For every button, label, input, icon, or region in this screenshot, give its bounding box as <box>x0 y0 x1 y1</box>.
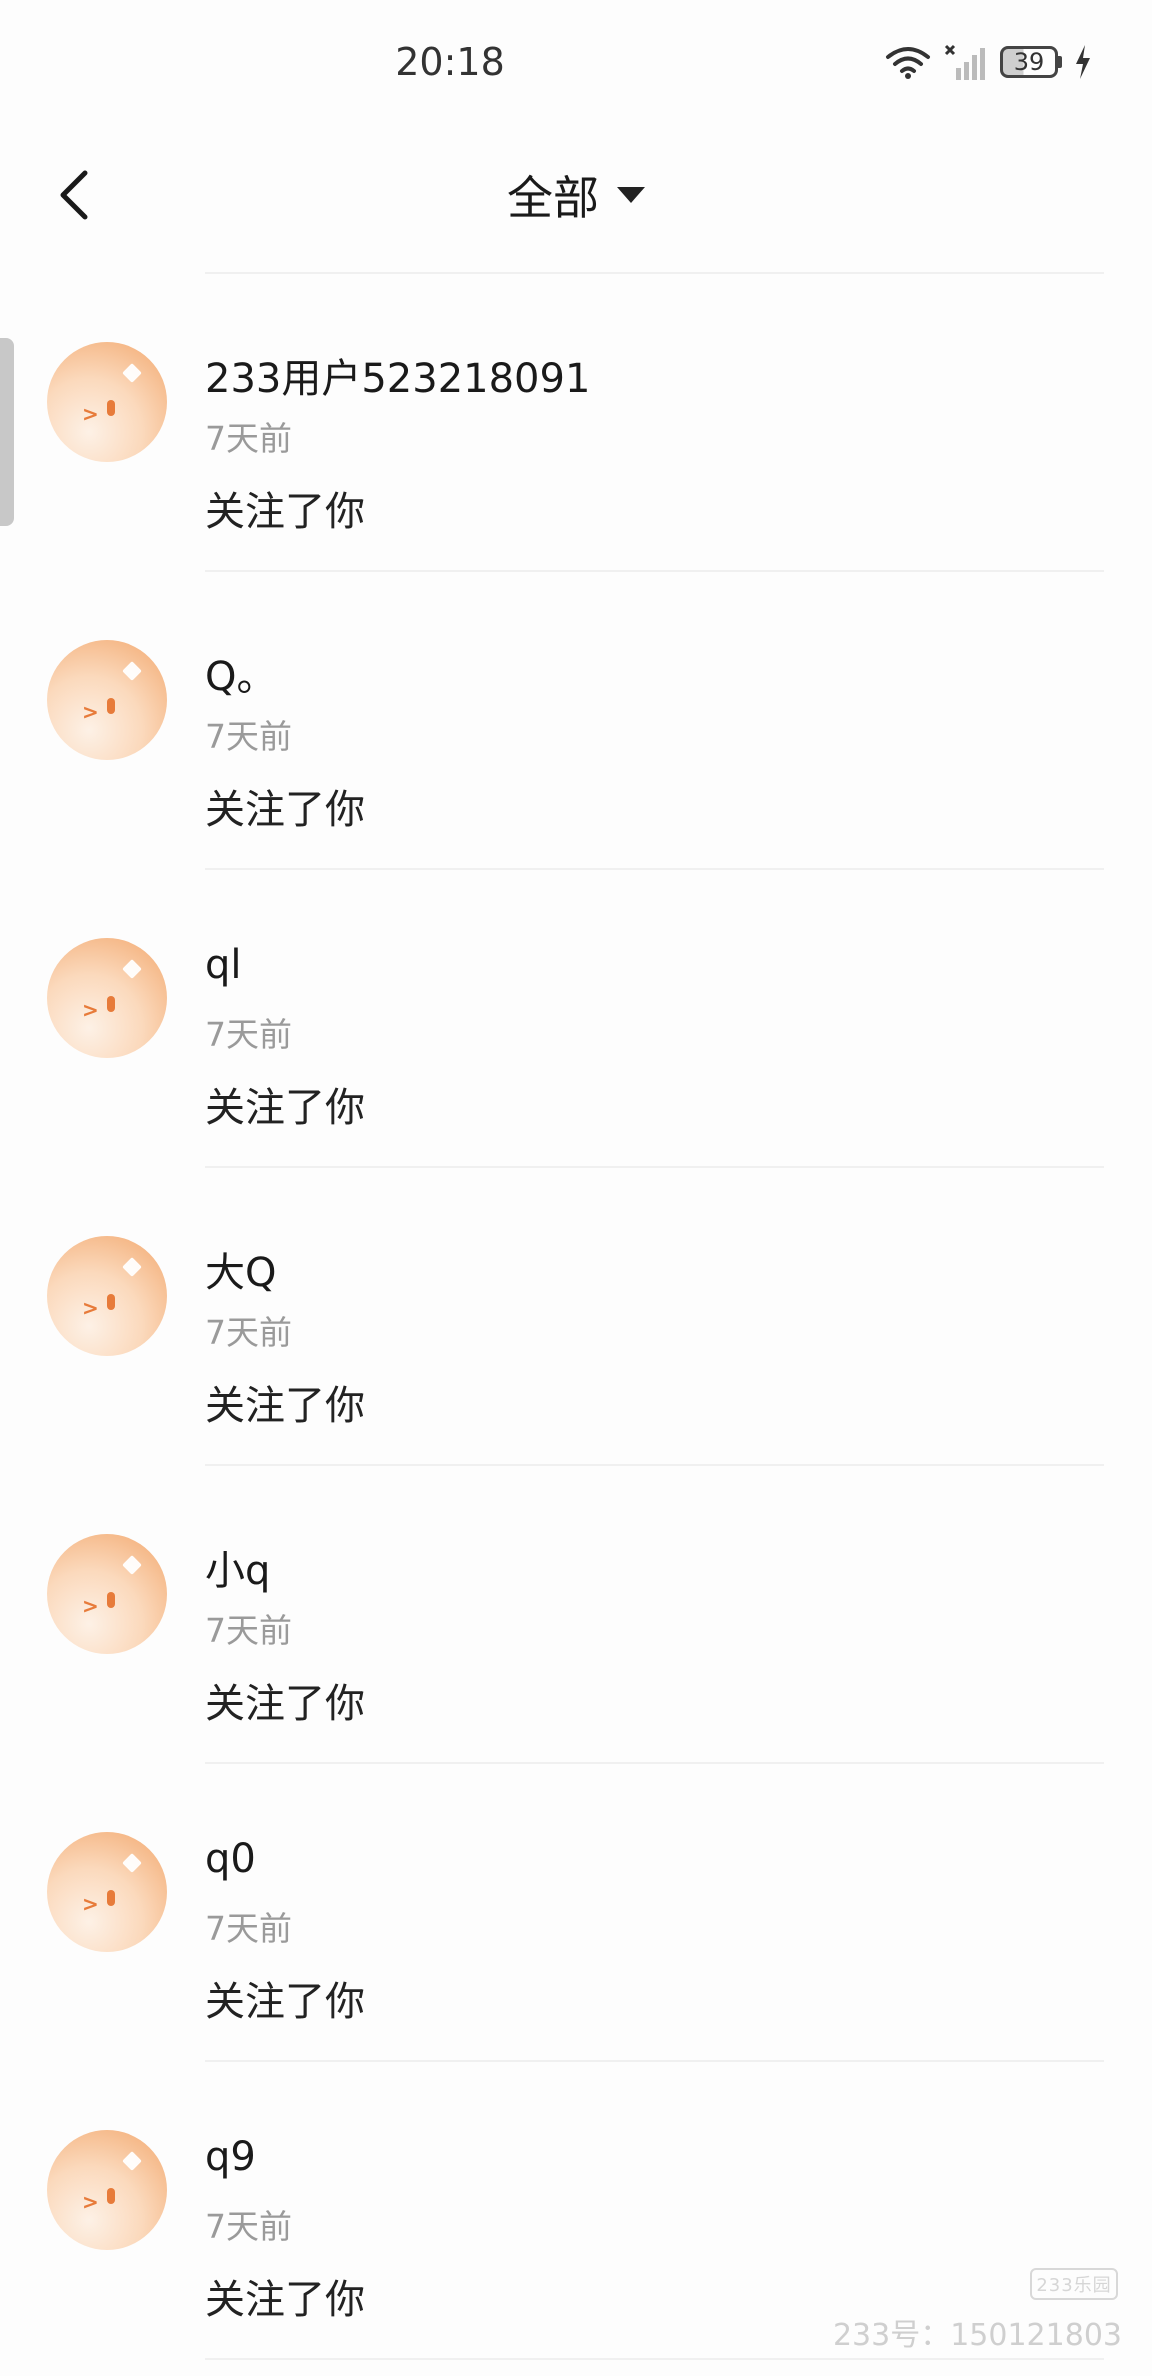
watermark-id: 233号：150121803 <box>832 2318 1122 2353</box>
filter-dropdown[interactable]: 全部 <box>466 158 686 232</box>
user-name[interactable]: q9 <box>205 2134 256 2180</box>
avatar[interactable]: > <box>47 938 167 1058</box>
avatar[interactable]: > <box>47 1832 167 1952</box>
notification-action: 关注了你 <box>205 1085 365 1131</box>
notification-time: 7天前 <box>205 2207 292 2246</box>
battery-level: 39 <box>1000 46 1058 78</box>
back-button[interactable] <box>40 160 110 230</box>
notification-action: 关注了你 <box>205 1681 365 1727</box>
user-name[interactable]: 大Q <box>205 1240 276 1298</box>
notification-time: 7天前 <box>205 419 292 458</box>
avatar[interactable]: > <box>47 1534 167 1654</box>
avatar[interactable]: > <box>47 342 167 462</box>
notification-time: 7天前 <box>205 717 292 756</box>
avatar[interactable]: > <box>47 2130 167 2250</box>
notification-action: 关注了你 <box>205 787 365 833</box>
avatar[interactable]: > <box>47 1236 167 1356</box>
user-name[interactable]: 小q <box>205 1538 270 1596</box>
notification-item[interactable]: > q0 7天前 关注了你 <box>0 1764 1152 2062</box>
status-bar: 20:18 39 <box>0 0 1152 130</box>
notification-action: 关注了你 <box>205 2277 365 2323</box>
status-icons: 39 <box>884 44 1092 80</box>
caret-down-icon <box>617 187 645 203</box>
notification-list: > 233用户523218091 7天前 关注了你 > Q。 7天前 关注了你 … <box>0 274 1152 2360</box>
user-name[interactable]: 233用户523218091 <box>205 346 590 404</box>
header: 全部 <box>0 130 1152 260</box>
notification-action: 关注了你 <box>205 489 365 535</box>
notification-action: 关注了你 <box>205 1979 365 2025</box>
notification-time: 7天前 <box>205 1909 292 1948</box>
notification-time: 7天前 <box>205 1313 292 1352</box>
charging-bolt-icon <box>1074 45 1092 79</box>
user-name[interactable]: q0 <box>205 1836 256 1882</box>
user-name[interactable]: Q。 <box>205 644 276 702</box>
notification-item[interactable]: > 233用户523218091 7天前 关注了你 <box>0 274 1152 572</box>
notification-item[interactable]: > 小q 7天前 关注了你 <box>0 1466 1152 1764</box>
notification-action: 关注了你 <box>205 1383 365 1429</box>
notification-time: 7天前 <box>205 1611 292 1650</box>
notification-time: 7天前 <box>205 1015 292 1054</box>
signal-icon <box>944 44 988 80</box>
notification-item[interactable]: > 大Q 7天前 关注了你 <box>0 1168 1152 1466</box>
user-name[interactable]: ql <box>205 942 242 988</box>
divider <box>205 2358 1104 2360</box>
wifi-icon <box>884 45 932 79</box>
chevron-left-icon <box>60 170 88 220</box>
notification-item[interactable]: > ql 7天前 关注了你 <box>0 870 1152 1168</box>
battery-icon: 39 <box>1000 46 1062 78</box>
notification-item[interactable]: > Q。 7天前 关注了你 <box>0 572 1152 870</box>
status-time: 20:18 <box>395 40 505 84</box>
avatar[interactable]: > <box>47 640 167 760</box>
filter-label: 全部 <box>507 171 599 225</box>
watermark-logo: 233乐园 <box>1030 2268 1118 2300</box>
